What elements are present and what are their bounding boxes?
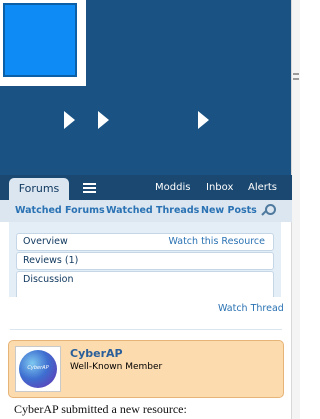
tab-overview-label: Overview (23, 236, 68, 247)
tab-overview[interactable]: Overview Watch this Resource (16, 233, 274, 251)
tab-reviews[interactable]: Reviews (1) (16, 252, 274, 270)
user-title: Well-Known Member (70, 362, 163, 372)
hamburger-menu-icon[interactable] (83, 183, 96, 195)
main-navbar: Forums Moddis Inbox Alerts (0, 175, 292, 200)
avatar-image: CyberAP (19, 350, 57, 388)
site-logo[interactable] (3, 3, 77, 77)
search-icon[interactable] (261, 204, 276, 217)
post-message: CyberAP submitted a new resource: (14, 402, 187, 416)
site-header (0, 0, 292, 175)
play-arrow-icon[interactable] (98, 111, 109, 129)
watch-resource-link[interactable]: Watch this Resource (168, 234, 265, 250)
avatar[interactable]: CyberAP (15, 346, 61, 392)
link-watched-forums[interactable]: Watched Forums (15, 200, 105, 222)
avatar-label: CyberAP (27, 365, 49, 371)
resource-tabs-panel: Overview Watch this Resource Reviews (1)… (9, 222, 281, 297)
tab-discussion-label: Discussion (23, 274, 74, 285)
nav-link-moddis[interactable]: Moddis (155, 175, 190, 200)
post-author-card: CyberAP CyberAP Well-Known Member (8, 340, 284, 398)
nav-link-inbox[interactable]: Inbox (206, 175, 233, 200)
sub-navbar: Watched Forums Watched Threads New Posts (0, 200, 292, 222)
logo-frame[interactable] (0, 0, 86, 86)
vertical-scrollbar[interactable] (291, 0, 300, 419)
link-new-posts[interactable]: New Posts (201, 200, 257, 222)
scrollbar-grip-icon[interactable] (293, 70, 299, 86)
nav-link-alerts[interactable]: Alerts (248, 175, 277, 200)
divider (10, 329, 282, 330)
tab-reviews-label: Reviews (1) (23, 255, 79, 266)
play-arrow-icon[interactable] (64, 111, 75, 129)
play-arrow-icon[interactable] (198, 111, 209, 129)
link-watched-threads[interactable]: Watched Threads (106, 200, 199, 222)
watch-thread-link[interactable]: Watch Thread (218, 303, 284, 314)
username-link[interactable]: CyberAP (70, 347, 123, 360)
tab-forums[interactable]: Forums (9, 178, 69, 200)
tab-discussion[interactable]: Discussion (16, 271, 274, 297)
